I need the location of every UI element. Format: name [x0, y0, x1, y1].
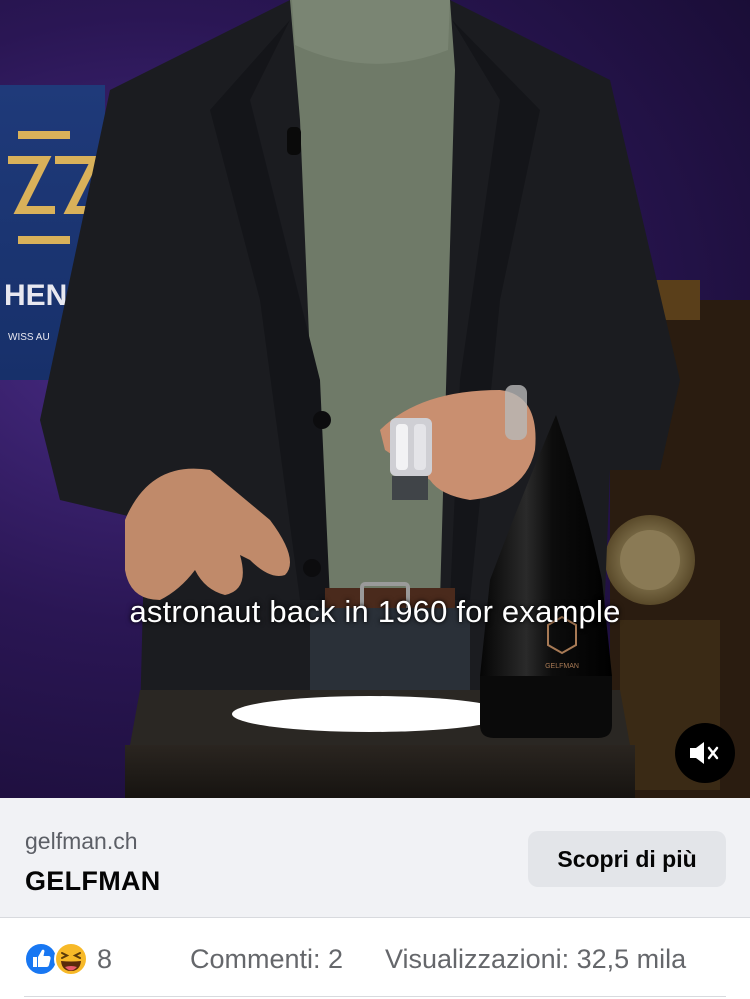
speaker-muted-icon [690, 742, 719, 764]
video-caption: astronaut back in 1960 for example [129, 594, 621, 629]
haha-reaction-icon [54, 942, 88, 976]
comments-count[interactable]: Commenti: 2 [190, 944, 343, 975]
svg-text:WISS AU: WISS AU [8, 332, 50, 343]
reactions-summary[interactable] [24, 941, 94, 977]
mute-toggle-button[interactable] [675, 723, 735, 783]
svg-text:HEN: HEN [4, 279, 67, 312]
svg-text:GELFMAN: GELFMAN [545, 663, 579, 670]
like-reaction-icon [24, 942, 58, 976]
views-count: Visualizzazioni: 32,5 mila [385, 944, 687, 974]
video-player[interactable]: HEN WISS AU GELFMAN astronaut back in 19… [0, 0, 750, 798]
video-frame: HEN WISS AU GELFMAN [0, 0, 750, 798]
reaction-count[interactable]: 8 [97, 944, 112, 975]
divider [24, 996, 726, 997]
link-title: GELFMAN [25, 866, 161, 896]
link-domain: gelfman.ch [25, 828, 138, 854]
learn-more-button[interactable]: Scopri di più [528, 831, 726, 887]
